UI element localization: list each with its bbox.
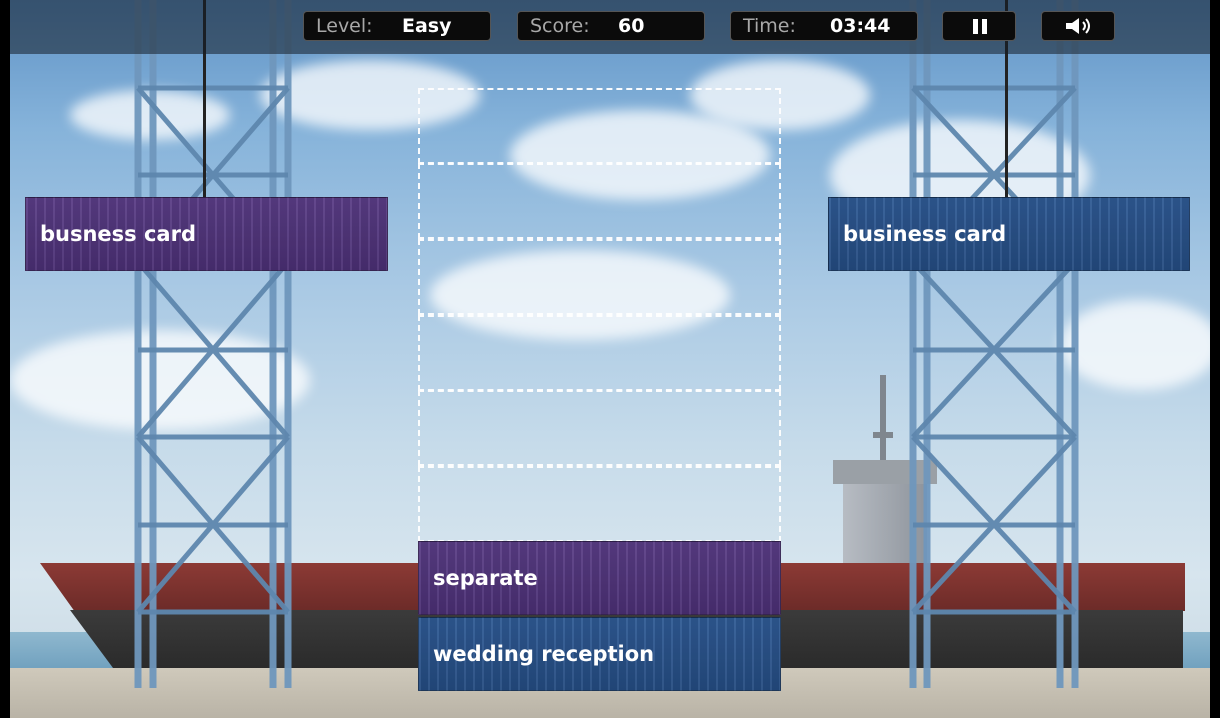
empty-slot[interactable] — [418, 239, 781, 315]
empty-slot[interactable] — [418, 163, 781, 239]
sound-toggle-button[interactable] — [1041, 11, 1115, 41]
level-display: Level: Easy — [303, 11, 491, 41]
left-crane-tower — [123, 0, 303, 690]
empty-slot[interactable] — [418, 315, 781, 391]
score-label: Score: — [530, 15, 590, 37]
right-crane-container[interactable]: business card — [828, 197, 1190, 271]
time-value: 03:44 — [830, 15, 891, 37]
top-hud-bar: Level: Easy Score: 60 Time: 03:44 — [10, 0, 1210, 54]
game-stage: busness card business card separate wedd… — [10, 0, 1210, 718]
level-value: Easy — [402, 15, 452, 37]
pause-icon — [973, 19, 987, 34]
empty-slot[interactable] — [418, 466, 781, 542]
time-display: Time: 03:44 — [730, 11, 918, 41]
stacked-container[interactable]: separate — [418, 541, 781, 615]
time-label: Time: — [743, 15, 796, 37]
empty-slot[interactable] — [418, 88, 781, 164]
score-value: 60 — [618, 15, 645, 37]
stacked-container[interactable]: wedding reception — [418, 617, 781, 691]
speaker-icon — [1066, 18, 1090, 34]
empty-slot[interactable] — [418, 390, 781, 466]
left-crane-container[interactable]: busness card — [25, 197, 388, 271]
score-display: Score: 60 — [517, 11, 705, 41]
level-label: Level: — [316, 15, 373, 37]
container-stack-dropzone[interactable]: separate wedding reception — [418, 88, 781, 691]
right-crane-tower — [905, 0, 1085, 690]
pause-button[interactable] — [942, 11, 1016, 41]
